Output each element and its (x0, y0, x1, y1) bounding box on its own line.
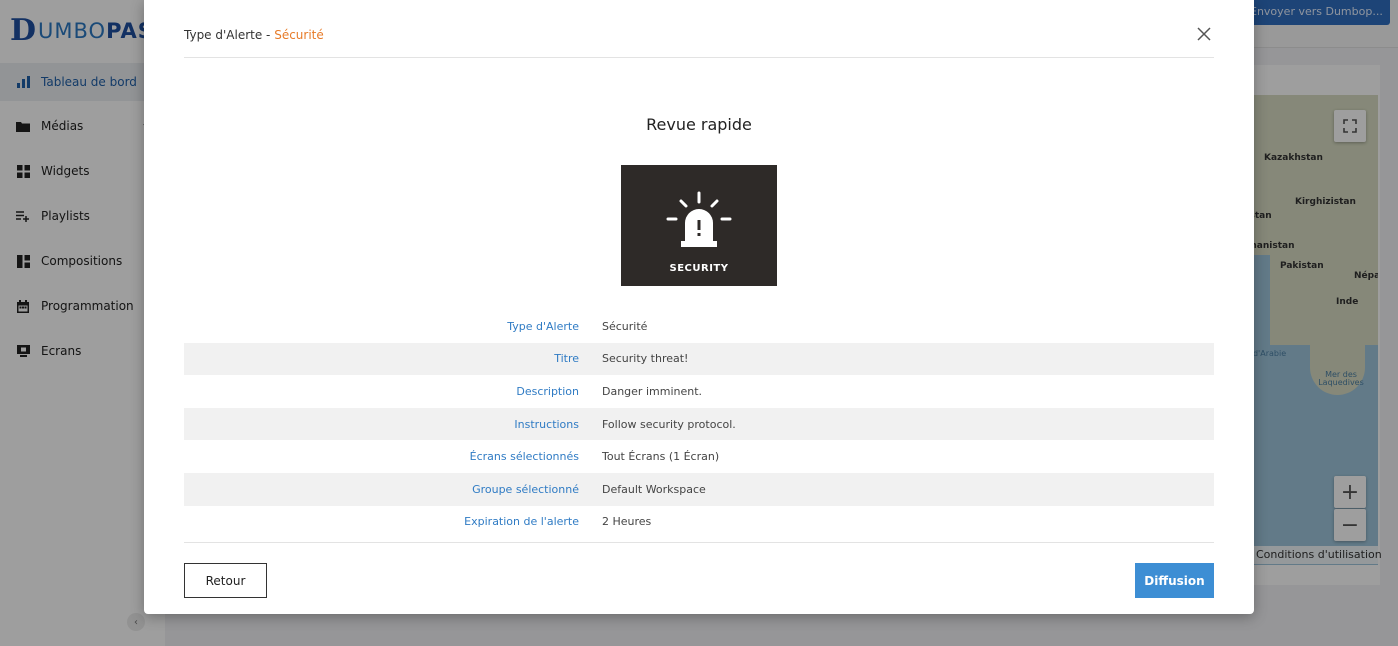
detail-row: Type d'Alerte Sécurité (184, 310, 1214, 343)
detail-row: Instructions Follow security protocol. (184, 407, 1214, 441)
detail-value: Security threat! (602, 352, 689, 366)
detail-label: Type d'Alerte (507, 319, 579, 333)
detail-label: Description (516, 384, 579, 398)
detail-label: Expiration de l'alerte (464, 515, 579, 529)
close-icon (1197, 27, 1211, 41)
footer-divider (184, 542, 1214, 543)
detail-value: Sécurité (602, 319, 648, 333)
alert-type-highlight: Sécurité (274, 28, 324, 42)
detail-value: Danger imminent. (602, 384, 703, 398)
security-alert-image: SECURITY (621, 165, 777, 286)
image-caption: SECURITY (669, 263, 729, 274)
alert-review-modal: Type d'Alerte - Sécurité Revue rapide SE… (144, 0, 1254, 614)
close-button[interactable] (1194, 24, 1214, 44)
detail-value: Follow security protocol. (602, 417, 736, 431)
detail-row: Expiration de l'alerte 2 Heures (184, 506, 1214, 539)
detail-row: Groupe sélectionné Default Workspace (184, 472, 1214, 506)
alarm-siren-icon (666, 191, 732, 247)
modal-header: Type d'Alerte - Sécurité (184, 0, 1214, 58)
detail-label: Écrans sélectionnés (469, 450, 579, 464)
detail-label: Groupe sélectionné (472, 482, 579, 496)
detail-label: Titre (554, 352, 579, 366)
review-heading: Revue rapide (646, 115, 752, 134)
detail-row: Écrans sélectionnés Tout Écrans (1 Écran… (184, 440, 1214, 473)
detail-value: 2 Heures (602, 515, 652, 529)
detail-value: Tout Écrans (1 Écran) (602, 450, 720, 464)
detail-row: Description Danger imminent. (184, 375, 1214, 408)
detail-label: Instructions (514, 417, 579, 431)
alert-details-table: Type d'Alerte Sécurité Titre Security th… (184, 310, 1214, 538)
detail-row: Titre Security threat! (184, 342, 1214, 376)
broadcast-button[interactable]: Diffusion (1135, 563, 1214, 598)
back-button[interactable]: Retour (184, 563, 267, 598)
detail-value: Default Workspace (602, 482, 706, 496)
modal-title: Type d'Alerte - Sécurité (184, 28, 324, 42)
